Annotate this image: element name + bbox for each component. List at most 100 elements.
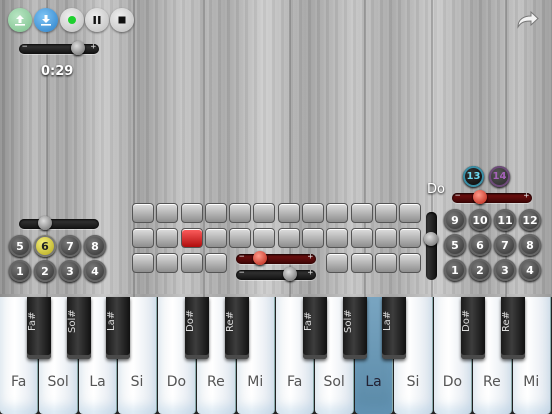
- number-button-6[interactable]: 6: [34, 235, 56, 257]
- number-button-5[interactable]: 5: [444, 234, 466, 256]
- sequencer-pad[interactable]: [326, 253, 349, 273]
- number-button-4[interactable]: 4: [84, 260, 106, 282]
- sequencer-pad[interactable]: [180, 203, 203, 223]
- sequencer-pad[interactable]: [374, 228, 397, 248]
- sequencer-pad[interactable]: [277, 203, 300, 223]
- key-label: Re: [482, 374, 501, 390]
- slider-knob[interactable]: [283, 267, 297, 281]
- key-label: La: [365, 374, 382, 390]
- number-button-3[interactable]: 3: [494, 259, 516, 281]
- sequencer-pad[interactable]: [132, 253, 154, 273]
- sequencer-pad[interactable]: [326, 203, 349, 223]
- black-key-la-sharp[interactable]: La#: [106, 297, 131, 359]
- slider-knob[interactable]: [424, 232, 438, 246]
- key-label: Do#: [461, 309, 473, 333]
- black-key-do-sharp[interactable]: Do#: [461, 297, 486, 359]
- sequencer-pad[interactable]: [374, 253, 397, 273]
- slider-knob[interactable]: [473, 190, 487, 204]
- number-button-11[interactable]: 11: [494, 209, 516, 231]
- number-button-9[interactable]: 9: [444, 209, 466, 231]
- number-button-1[interactable]: 1: [9, 260, 31, 282]
- mix-slider[interactable]: − +: [236, 267, 316, 281]
- record-button[interactable]: [60, 8, 84, 32]
- sequencer-pad[interactable]: [277, 228, 300, 248]
- sequencer-pad[interactable]: [156, 228, 179, 248]
- slider-minus: −: [239, 268, 245, 278]
- number-button-4[interactable]: 4: [519, 259, 541, 281]
- sequencer-pad[interactable]: [156, 203, 179, 223]
- number-button-1[interactable]: 1: [444, 259, 466, 281]
- sequencer-pad[interactable]: [204, 253, 227, 273]
- sequencer-pad[interactable]: [180, 253, 203, 273]
- right-number-pad: 9 10 11 12 5 6 7 8 1 2 3 4: [444, 209, 541, 281]
- sequencer-pad[interactable]: [350, 203, 373, 223]
- number-button-6[interactable]: 6: [469, 234, 491, 256]
- slider-knob[interactable]: [71, 41, 85, 55]
- sequencer-pad[interactable]: [326, 228, 349, 248]
- sequencer-pad[interactable]: [399, 203, 422, 223]
- left-slider[interactable]: [19, 216, 99, 230]
- octave-button-14[interactable]: 14: [489, 166, 510, 187]
- key-label: Do: [442, 374, 463, 390]
- sequencer-pad[interactable]: [302, 228, 325, 248]
- slider-minus: −: [239, 252, 245, 262]
- sequencer-pad[interactable]: [229, 228, 252, 248]
- key-label: Re#: [224, 310, 236, 332]
- left-number-pad: 5678 1234: [9, 235, 106, 282]
- number-button-7[interactable]: 7: [59, 235, 81, 257]
- number-button-8[interactable]: 8: [519, 234, 541, 256]
- number-button-7[interactable]: 7: [494, 234, 516, 256]
- sequencer-pad[interactable]: [253, 203, 276, 223]
- key-label: Fa: [287, 374, 303, 390]
- key-label: Do: [166, 374, 187, 390]
- slider-minus: −: [455, 191, 461, 201]
- black-key-fa-sharp[interactable]: Fa#: [27, 297, 52, 359]
- red-mix-slider[interactable]: − +: [236, 251, 316, 265]
- black-key-fa-sharp[interactable]: Fa#: [303, 297, 328, 359]
- sequencer-pad[interactable]: [132, 228, 154, 248]
- sequencer-pad[interactable]: [204, 203, 227, 223]
- redo-arrow-icon[interactable]: [514, 9, 540, 31]
- number-button-12[interactable]: 12: [519, 209, 541, 231]
- stop-button[interactable]: [110, 8, 134, 32]
- sequencer-pad[interactable]: [204, 228, 227, 248]
- download-icon: [41, 15, 51, 26]
- slider-knob[interactable]: [38, 216, 52, 230]
- sequencer-pad[interactable]: [350, 228, 373, 248]
- number-button-5[interactable]: 5: [9, 235, 31, 257]
- black-key-la-sharp[interactable]: La#: [382, 297, 407, 359]
- black-key-sol-sharp[interactable]: Sol#: [66, 297, 91, 359]
- key-label: Sol: [47, 374, 69, 390]
- sequencer-pad[interactable]: [350, 253, 373, 273]
- sequencer-pad[interactable]: [374, 203, 397, 223]
- number-button-8[interactable]: 8: [84, 235, 106, 257]
- right-red-slider[interactable]: − +: [452, 190, 532, 204]
- black-key-do-sharp[interactable]: Do#: [185, 297, 210, 359]
- sequencer-pad[interactable]: [229, 203, 252, 223]
- sequencer-pad[interactable]: [156, 253, 179, 273]
- key-label: Re#: [500, 310, 512, 332]
- sequencer-pad[interactable]: [399, 228, 422, 248]
- octave-button-13[interactable]: 13: [463, 166, 484, 187]
- sequencer-pad[interactable]: [180, 228, 203, 248]
- recording-volume-slider[interactable]: − +: [19, 41, 99, 55]
- pause-button[interactable]: [85, 8, 109, 32]
- sequencer-pad[interactable]: [132, 203, 154, 223]
- black-key-sol-sharp[interactable]: Sol#: [342, 297, 367, 359]
- slider-plus: +: [307, 252, 313, 262]
- sequencer-pad[interactable]: [253, 228, 276, 248]
- number-button-10[interactable]: 10: [469, 209, 491, 231]
- black-key-re-sharp[interactable]: Re#: [224, 297, 249, 359]
- black-key-re-sharp[interactable]: Re#: [500, 297, 525, 359]
- slider-knob[interactable]: [253, 251, 267, 265]
- sequencer-pad[interactable]: [302, 203, 325, 223]
- download-button[interactable]: [34, 8, 58, 32]
- piano-keyboard: Fa Sol La Si Do Re Mi Fa Sol La Si Do Re Mi Fa# Sol# La#…: [0, 297, 552, 414]
- recording-timer: 0:29: [41, 64, 74, 79]
- number-button-3[interactable]: 3: [59, 260, 81, 282]
- number-button-2[interactable]: 2: [34, 260, 56, 282]
- sequencer-pad[interactable]: [399, 253, 422, 273]
- upload-button[interactable]: [8, 8, 32, 32]
- number-button-2[interactable]: 2: [469, 259, 491, 281]
- vertical-slider[interactable]: [424, 212, 438, 280]
